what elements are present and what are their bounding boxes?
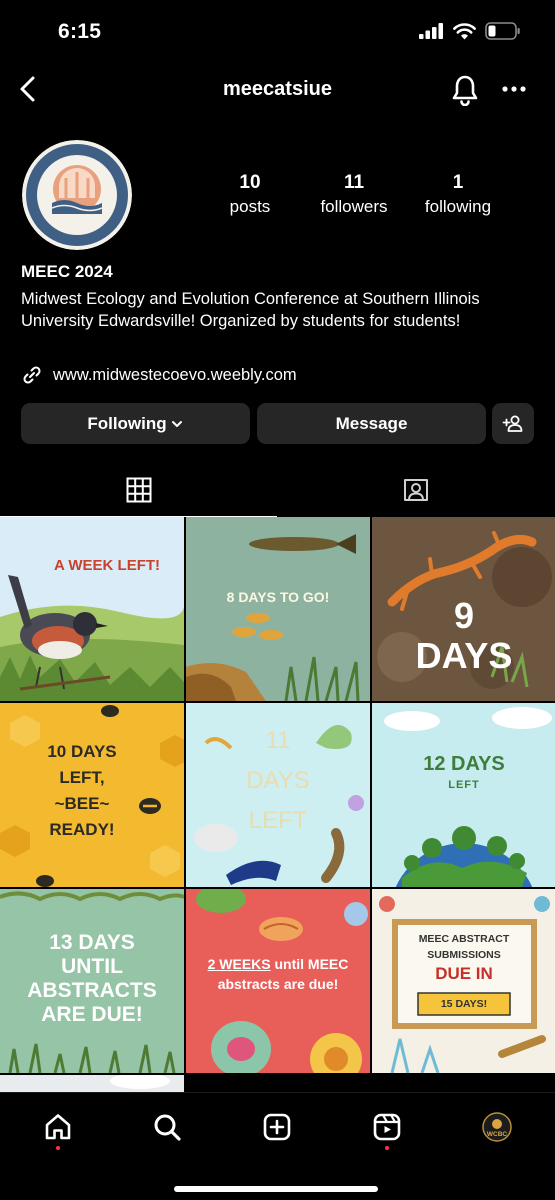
home-indicator xyxy=(174,1186,378,1192)
profile-avatar-small: WCBC xyxy=(482,1112,512,1142)
profile-link[interactable]: www.midwestecoevo.weebly.com xyxy=(21,364,297,386)
following-label: following xyxy=(424,197,492,216)
reels-icon xyxy=(373,1113,401,1141)
grid-icon xyxy=(126,477,151,502)
home-icon xyxy=(45,1114,71,1140)
chevron-down-icon xyxy=(171,420,182,427)
post-caption-line-2: LEFT, xyxy=(59,768,105,787)
following-stat[interactable]: 1 following xyxy=(408,172,508,217)
post-caption-number: 9 xyxy=(453,595,475,636)
tab-posts-grid[interactable] xyxy=(0,462,277,517)
tab-tagged[interactable] xyxy=(277,462,554,517)
search-icon xyxy=(154,1114,181,1141)
nav-profile[interactable]: WCBC xyxy=(479,1109,515,1145)
post-caption: DAYS xyxy=(415,635,513,676)
profile-bio: Midwest Ecology and Evolution Conference… xyxy=(21,290,480,330)
post-caption-line-4: ARE DUE! xyxy=(41,1003,143,1026)
post-image-earth xyxy=(372,703,555,887)
post-caption-emphasis: DUE IN xyxy=(435,964,493,983)
battery-icon xyxy=(485,22,520,40)
wifi-icon xyxy=(453,22,476,39)
post-caption-line-1-rest: until MEEC xyxy=(274,956,349,972)
post-tile[interactable]: 13 DAYS UNTIL ABSTRACTS ARE DUE! xyxy=(0,889,184,1073)
nav-create[interactable] xyxy=(259,1109,295,1145)
post-caption-sub: LEFT xyxy=(448,779,480,791)
post-caption-line-2: DAYS xyxy=(246,767,310,794)
post-caption-line-4: READY! xyxy=(49,820,115,839)
home-notification-dot xyxy=(56,1146,60,1150)
cellular-signal-icon xyxy=(419,23,443,39)
add-person-icon xyxy=(502,415,523,432)
profile-avatar[interactable]: CONFLUENCE SIUE · 2024 xyxy=(22,140,132,250)
svg-text:WCBC: WCBC xyxy=(487,1131,508,1138)
profile-link-text: www.midwestecoevo.weebly.com xyxy=(53,365,297,384)
post-caption-highlight: 2 WEEKS xyxy=(207,956,271,972)
followers-count: 11 xyxy=(343,172,365,193)
post-caption-line-3: LEFT xyxy=(248,807,308,834)
status-bar: 6:15 xyxy=(0,0,555,62)
post-caption-line-1: 2 WEEKS until MEEC xyxy=(186,955,370,973)
nav-search[interactable] xyxy=(149,1109,185,1145)
posts-count: 10 xyxy=(239,172,261,193)
post-tile[interactable]: A WEEK LEFT! xyxy=(0,517,184,701)
post-tile[interactable]: 10 DAYS LEFT, ~BEE~ READY! xyxy=(0,703,184,887)
post-tile[interactable]: 8 DAYS TO GO! xyxy=(186,517,370,701)
post-caption-line-2: UNTIL xyxy=(61,955,123,978)
status-icons xyxy=(419,22,521,40)
bell-icon xyxy=(452,75,478,107)
post-caption-line-1: 10 DAYS xyxy=(47,742,117,761)
post-image-bird xyxy=(0,517,184,701)
profile-display-name: MEEC 2024 xyxy=(21,262,113,281)
post-caption: 12 DAYS xyxy=(423,753,505,775)
post-caption: A WEEK LEFT! xyxy=(53,557,161,574)
message-button[interactable]: Message xyxy=(257,403,486,444)
profile-header: meecatsiue xyxy=(0,62,555,118)
more-options-button[interactable] xyxy=(499,76,529,102)
post-image-fish xyxy=(186,517,370,701)
following-count: 1 xyxy=(452,172,464,193)
post-tile[interactable]: 2 WEEKS until MEEC abstracts are due! xyxy=(186,889,370,1073)
tagged-person-icon xyxy=(403,478,428,501)
notifications-button[interactable] xyxy=(450,74,480,107)
more-horizontal-icon xyxy=(502,86,526,92)
post-tile[interactable]: MEEC ABSTRACT SUBMISSIONS DUE IN 15 DAYS… xyxy=(372,889,555,1073)
post-caption-line-1: MEEC ABSTRACT xyxy=(418,933,510,945)
post-caption: 8 DAYS TO GO! xyxy=(226,589,330,605)
post-tile[interactable]: 9 DAYS xyxy=(372,517,555,701)
following-button[interactable]: Following xyxy=(21,403,250,444)
suggested-users-button[interactable] xyxy=(492,403,534,444)
post-tile[interactable]: 11 DAYS LEFT xyxy=(186,703,370,887)
status-time: 6:15 xyxy=(58,20,102,43)
post-caption-line-1: 11 xyxy=(265,727,291,754)
plus-square-icon xyxy=(263,1113,291,1141)
post-tile[interactable]: 12 DAYS LEFT xyxy=(372,703,555,887)
nav-reels[interactable] xyxy=(369,1109,405,1145)
meec-logo: CONFLUENCE SIUE · 2024 xyxy=(22,140,132,250)
post-caption-line-1: 13 DAYS xyxy=(49,931,135,954)
post-image-partial xyxy=(0,1075,184,1093)
followers-stat[interactable]: 11 followers xyxy=(304,172,404,217)
posts-stat[interactable]: 10 posts xyxy=(200,172,300,217)
post-caption-line-3: ABSTRACTS xyxy=(27,979,157,1002)
post-tile[interactable] xyxy=(0,1075,184,1093)
post-caption-line-4: 15 DAYS! xyxy=(440,998,488,1010)
nav-home[interactable] xyxy=(40,1109,76,1145)
post-caption-line-2: abstracts are due! xyxy=(217,976,339,992)
bottom-navigation: WCBC xyxy=(0,1092,555,1200)
message-button-label: Message xyxy=(335,413,408,433)
following-button-label: Following xyxy=(87,413,167,433)
posts-label: posts xyxy=(229,197,271,216)
link-icon xyxy=(23,366,41,384)
reels-notification-dot xyxy=(385,1146,389,1150)
post-caption-line-3: ~BEE~ xyxy=(54,794,110,813)
post-caption-line-2: SUBMISSIONS xyxy=(427,949,501,961)
content-tabs xyxy=(0,462,555,517)
followers-label: followers xyxy=(320,197,388,216)
